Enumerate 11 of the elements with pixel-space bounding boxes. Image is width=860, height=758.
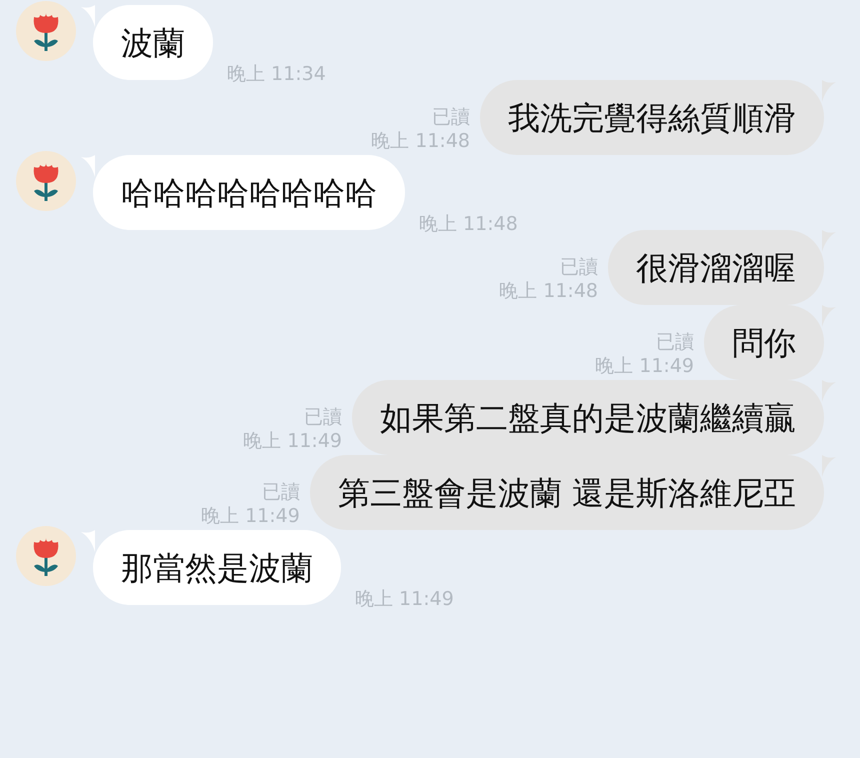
message-bubble: 很滑溜溜喔: [608, 230, 824, 305]
message-bubble: 哈哈哈哈哈哈哈哈: [93, 155, 405, 230]
message-bubble: 我洗完覺得絲質順滑: [480, 80, 824, 155]
avatar-icon[interactable]: [16, 151, 76, 211]
message-bubble: 那當然是波蘭: [93, 530, 341, 605]
avatar-icon[interactable]: [16, 526, 76, 586]
message-bubble: 波蘭: [93, 5, 213, 80]
avatar-icon[interactable]: [16, 1, 76, 61]
message-bubble: 第三盤會是波蘭 還是斯洛維尼亞: [310, 455, 824, 530]
message-bubble: 如果第二盤真的是波蘭繼續贏: [352, 380, 824, 455]
message-bubble: 問你: [704, 305, 824, 380]
